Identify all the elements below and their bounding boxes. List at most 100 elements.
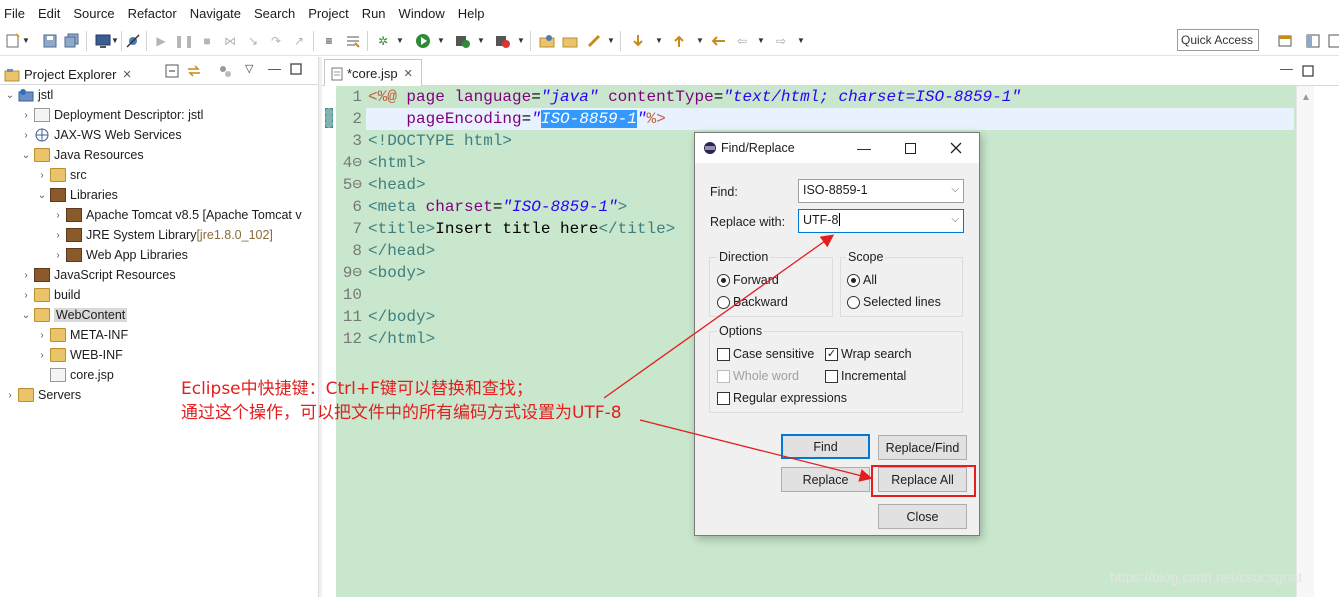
expand-arrow-icon[interactable]: ›: [20, 130, 32, 141]
menu-source[interactable]: Source: [73, 6, 121, 21]
maximize-icon[interactable]: [290, 63, 302, 78]
run-server-icon[interactable]: [453, 32, 471, 50]
regex-checkbox[interactable]: Regular expressions: [717, 391, 847, 405]
external-tools-icon[interactable]: [493, 32, 511, 50]
tree-item-build[interactable]: › build: [20, 285, 80, 305]
resume-icon[interactable]: ▶: [152, 32, 170, 50]
replace-find-button[interactable]: Replace/Find: [878, 435, 967, 460]
console-dropdown-icon[interactable]: ▼: [111, 32, 119, 50]
tree-item-web-app-libraries[interactable]: › Web App Libraries: [52, 245, 188, 265]
expand-arrow-icon[interactable]: ›: [52, 250, 64, 261]
toggle-line-icon[interactable]: ≡: [320, 32, 338, 50]
step-into-icon[interactable]: ↘: [244, 32, 262, 50]
tree-item-servers[interactable]: › Servers: [4, 385, 81, 405]
chevron-down-icon[interactable]: ⌵: [951, 184, 959, 195]
incremental-checkbox[interactable]: Incremental: [825, 369, 906, 383]
tree-item-jre-library[interactable]: › JRE System Library [jre1.8.0_102]: [52, 225, 273, 245]
maximize-button[interactable]: [887, 133, 933, 163]
close-button[interactable]: [933, 133, 979, 163]
editor-minimize-icon[interactable]: —: [1280, 61, 1293, 76]
tree-item-tomcat-library[interactable]: › Apache Tomcat v8.5 [Apache Tomcat v: [52, 205, 302, 225]
suspend-icon[interactable]: ❚❚: [174, 32, 194, 50]
chevron-down-icon[interactable]: ⌵: [951, 214, 959, 225]
tree-item-javascript-resources[interactable]: › JavaScript Resources: [20, 265, 176, 285]
scroll-up-icon[interactable]: ▲: [1301, 92, 1311, 103]
new-java-project-icon[interactable]: [538, 32, 556, 50]
expand-arrow-icon[interactable]: ›: [4, 390, 16, 401]
tree-item-core-jsp[interactable]: core.jsp: [36, 365, 114, 385]
scope-all-radio[interactable]: All: [847, 273, 877, 287]
new-class-icon[interactable]: [585, 32, 603, 50]
skip-breakpoints-icon[interactable]: [124, 32, 142, 50]
project-explorer-tab[interactable]: Project Explorer ✕: [0, 59, 136, 85]
focus-icon[interactable]: [218, 64, 232, 81]
tree-item-webcontent[interactable]: ⌄ WebContent: [20, 305, 128, 325]
back-dropdown-icon[interactable]: ▼: [757, 32, 765, 50]
tree-item-java-resources[interactable]: ⌄ Java Resources: [20, 145, 144, 165]
expand-arrow-icon[interactable]: ›: [20, 110, 32, 121]
expand-arrow-icon[interactable]: ⌄: [36, 190, 48, 201]
prev-annotation-icon[interactable]: [670, 32, 688, 50]
expand-arrow-icon[interactable]: ›: [36, 330, 48, 341]
menu-search[interactable]: Search: [254, 6, 302, 21]
menu-help[interactable]: Help: [458, 6, 492, 21]
replace-combo[interactable]: UTF-8 ⌵: [798, 209, 964, 233]
java-perspective-icon[interactable]: [1326, 32, 1339, 50]
disconnect-icon[interactable]: ⋈: [221, 32, 239, 50]
save-all-icon[interactable]: [63, 32, 81, 50]
expand-arrow-icon[interactable]: ›: [36, 350, 48, 361]
overview-ruler[interactable]: ▲: [1296, 86, 1314, 597]
selected-lines-radio[interactable]: Selected lines: [847, 295, 941, 309]
back-icon[interactable]: ⇦: [733, 32, 751, 50]
close-icon[interactable]: ✕: [404, 67, 413, 80]
run-dropdown-icon[interactable]: ▼: [437, 32, 445, 50]
dialog-title-bar[interactable]: Find/Replace —: [695, 133, 979, 163]
find-button[interactable]: Find: [781, 434, 870, 459]
menu-project[interactable]: Project: [308, 6, 355, 21]
step-over-icon[interactable]: ↷: [267, 32, 285, 50]
collapse-all-icon[interactable]: [165, 64, 179, 81]
forward-dropdown-icon[interactable]: ▼: [797, 32, 805, 50]
debug-icon[interactable]: ✲: [374, 32, 392, 50]
expand-arrow-icon[interactable]: ⌄: [20, 310, 32, 321]
java-ee-perspective-icon[interactable]: [1304, 32, 1322, 50]
save-icon[interactable]: [41, 32, 59, 50]
menu-file[interactable]: File: [4, 6, 32, 21]
console-icon[interactable]: [94, 32, 112, 50]
close-dialog-button[interactable]: Close: [878, 504, 967, 529]
editor-tab-core-jsp[interactable]: *core.jsp ✕: [324, 59, 422, 87]
case-sensitive-checkbox[interactable]: Case sensitive: [717, 347, 814, 361]
expand-arrow-icon[interactable]: ⌄: [4, 90, 16, 101]
expand-arrow-icon[interactable]: ›: [52, 210, 64, 221]
find-combo[interactable]: ISO-8859-1 ⌵: [798, 179, 964, 203]
prev-annotation-dropdown-icon[interactable]: ▼: [696, 32, 704, 50]
menu-navigate[interactable]: Navigate: [190, 6, 248, 21]
editor-maximize-icon[interactable]: [1302, 65, 1314, 80]
open-perspective-icon[interactable]: [1276, 32, 1294, 50]
backward-radio[interactable]: Backward: [717, 295, 788, 309]
tree-item-src[interactable]: › src: [36, 165, 87, 185]
expand-arrow-icon[interactable]: ›: [36, 170, 48, 181]
tree-item-jax-ws[interactable]: › JAX-WS Web Services: [20, 125, 181, 145]
last-edit-icon[interactable]: [710, 32, 728, 50]
external-tools-dropdown-icon[interactable]: ▼: [517, 32, 525, 50]
menu-run[interactable]: Run: [362, 6, 393, 21]
tree-item-deployment-descriptor[interactable]: › Deployment Descriptor: jstl: [20, 105, 203, 125]
minimize-icon[interactable]: —: [268, 61, 281, 76]
new-icon[interactable]: [4, 32, 22, 50]
replace-button[interactable]: Replace: [781, 467, 870, 492]
expand-arrow-icon[interactable]: ⌄: [20, 150, 32, 161]
forward-radio[interactable]: Forward: [717, 273, 779, 287]
view-menu-icon[interactable]: ▽: [245, 62, 253, 75]
next-annotation-dropdown-icon[interactable]: ▼: [655, 32, 663, 50]
expand-arrow-icon[interactable]: ›: [20, 290, 32, 301]
close-icon[interactable]: ✕: [122, 68, 131, 81]
run-icon[interactable]: [414, 32, 432, 50]
tree-item-libraries[interactable]: ⌄ Libraries: [36, 185, 118, 205]
forward-icon[interactable]: ⇨: [772, 32, 790, 50]
expand-arrow-icon[interactable]: ›: [52, 230, 64, 241]
debug-dropdown-icon[interactable]: ▼: [396, 32, 404, 50]
terminate-icon[interactable]: ■: [198, 32, 216, 50]
minimize-button[interactable]: —: [841, 133, 887, 163]
step-return-icon[interactable]: ↗: [290, 32, 308, 50]
